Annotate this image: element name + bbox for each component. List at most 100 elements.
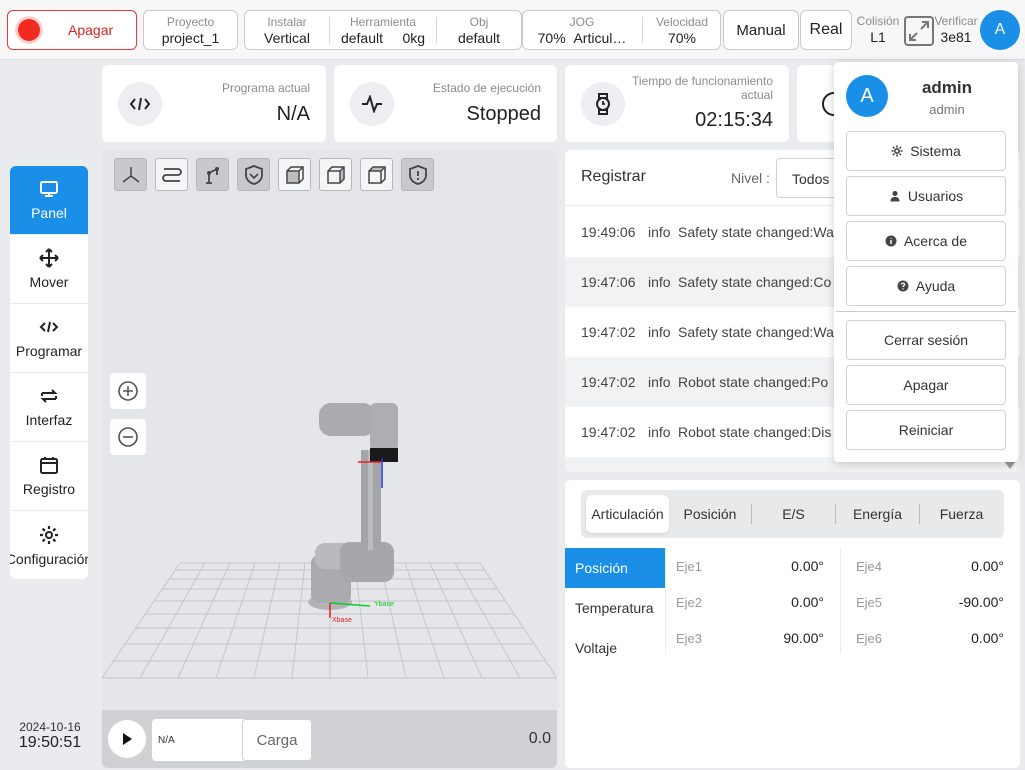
move-icon — [39, 248, 59, 268]
expand-icon[interactable] — [903, 15, 935, 47]
joint-readout: Eje3 90.00° — [665, 620, 840, 656]
obj-selector[interactable]: Obj default — [437, 11, 521, 49]
joint-name: Eje3 — [676, 631, 703, 646]
joint-panel: Articulación Posición E/S Energía Fuerza… — [565, 480, 1020, 768]
manual-mode-button[interactable]: Manual — [723, 10, 799, 50]
real-mode-button[interactable]: Real — [800, 10, 852, 50]
swap-icon — [40, 389, 58, 403]
gear-icon — [40, 525, 58, 544]
nav-item-log[interactable]: Registro — [10, 442, 88, 511]
uptime-card: Tiempo de funcionamiento actual 02:15:34 — [565, 65, 789, 142]
divider — [840, 548, 841, 654]
nav-label: Panel — [31, 205, 67, 221]
tool-selector[interactable]: Herramienta default 0kg — [330, 11, 436, 49]
project-value: project_1 — [161, 30, 220, 46]
load-button[interactable]: Carga — [242, 719, 312, 761]
tab-position[interactable]: Posición — [669, 495, 751, 533]
joint-value: 90.00° — [783, 630, 824, 646]
joint-readout: Eje5 -90.00° — [845, 584, 1020, 620]
log-level: info — [648, 274, 671, 290]
card-caption: Estado de ejecución — [432, 81, 541, 95]
install-value: Vertical — [264, 30, 310, 46]
joint-readout: Eje6 0.00° — [845, 620, 1020, 656]
joint-name: Eje6 — [856, 631, 883, 646]
log-time: 19:47:06 — [581, 274, 636, 290]
side-item-voltage[interactable]: Voltaje — [565, 628, 665, 668]
jog-value: 70% Articul… — [523, 29, 641, 47]
robot-model — [308, 403, 398, 618]
side-item-position[interactable]: Posición — [565, 548, 665, 588]
tab-io[interactable]: E/S — [752, 495, 835, 533]
scroll-down-icon[interactable] — [1004, 461, 1016, 469]
system-clock: 2024-10-16 19:50:51 — [10, 720, 90, 752]
power-off-button[interactable]: Apagar — [7, 10, 137, 50]
current-program-card: Programa actual N/A — [102, 65, 326, 142]
system-button[interactable]: Sistema — [846, 131, 1006, 171]
tool-value: default 0kg — [330, 29, 436, 47]
tab-joint[interactable]: Articulación — [586, 495, 669, 533]
log-message: Safety state changed:Wa — [678, 224, 834, 240]
tool-caption: Herramienta — [349, 15, 417, 29]
installation-group: Instalar Vertical Herramienta default 0k… — [244, 10, 522, 50]
install-caption: Instalar — [267, 15, 307, 29]
y-axis-label: Ybase — [374, 601, 394, 608]
side-item-temperature[interactable]: Temperatura — [565, 588, 665, 628]
speed-selector[interactable]: Velocidad 70% — [643, 11, 721, 49]
collision-indicator[interactable]: Colisión L1 — [856, 14, 900, 46]
verify-indicator[interactable]: Verificar 3e81 — [934, 14, 978, 46]
user-icon — [890, 191, 900, 202]
nav-label: Mover — [29, 274, 69, 290]
card-caption-line1: Tiempo de funcionamiento — [632, 74, 773, 88]
log-message: Safety state changed:Co — [678, 274, 832, 290]
restart-button[interactable]: Reiniciar — [846, 410, 1006, 450]
nav-label: Interfaz — [25, 412, 73, 428]
joint-value: 0.00° — [791, 558, 824, 574]
shutdown-button[interactable]: Apagar — [846, 365, 1006, 405]
log-time: 19:49:06 — [581, 224, 636, 240]
log-time: 19:47:02 — [581, 324, 636, 340]
log-level: info — [648, 424, 671, 440]
program-field-value: N/A — [158, 735, 175, 746]
verify-caption: Verificar — [934, 14, 978, 28]
power-off-label: Apagar — [68, 22, 114, 38]
joint-name: Eje4 — [856, 559, 883, 574]
install-selector[interactable]: Instalar Vertical — [245, 11, 329, 49]
menu-divider — [836, 311, 1016, 312]
joint-name: Eje1 — [676, 559, 703, 574]
project-selector[interactable]: Proyecto project_1 — [143, 10, 238, 50]
verify-value: 3e81 — [940, 29, 972, 45]
help-button[interactable]: Ayuda — [846, 266, 1006, 306]
tab-force[interactable]: Fuerza — [920, 495, 1003, 533]
side-navigation: Panel Mover Programar Interfaz Registro … — [10, 166, 88, 579]
play-button[interactable] — [108, 720, 146, 758]
about-button[interactable]: Acerca de — [846, 221, 1006, 261]
log-level: info — [648, 374, 671, 390]
logout-button[interactable]: Cerrar sesión — [846, 320, 1006, 360]
nav-item-interface[interactable]: Interfaz — [10, 373, 88, 442]
joint-name: Eje2 — [676, 595, 703, 610]
robot-3d-viewport[interactable]: Xbase Ybase N/A Carga 0.0 — [102, 150, 557, 768]
users-button[interactable]: Usuarios — [846, 176, 1006, 216]
nav-item-panel[interactable]: Panel — [10, 166, 88, 235]
card-caption: Tiempo de funcionamiento actual — [632, 74, 773, 102]
card-value: Stopped — [466, 103, 541, 125]
jog-mode: Articul… — [573, 30, 627, 46]
log-time: 19:47:02 — [581, 424, 636, 440]
log-message: Robot state changed:Dis — [678, 424, 832, 440]
log-time: 19:47:02 — [581, 374, 636, 390]
joint-readout: Eje2 0.00° — [665, 584, 840, 620]
collision-caption: Colisión — [856, 14, 900, 28]
nav-item-settings[interactable]: Configuración — [10, 511, 88, 579]
card-value: 02:15:34 — [695, 109, 773, 131]
about-label: Acerca de — [903, 233, 968, 249]
tab-energy[interactable]: Energía — [836, 495, 919, 533]
obj-caption: Obj — [469, 15, 489, 29]
calendar-icon — [40, 457, 58, 474]
nav-item-program[interactable]: Programar — [10, 304, 88, 373]
clock-date: 2024-10-16 — [19, 720, 81, 734]
joint-name: Eje5 — [856, 595, 883, 610]
nav-item-move[interactable]: Mover — [10, 235, 88, 304]
user-avatar-button[interactable]: A — [980, 10, 1020, 50]
system-label: Sistema — [910, 143, 961, 159]
jog-selector[interactable]: JOG 70% Articul… — [523, 11, 641, 49]
